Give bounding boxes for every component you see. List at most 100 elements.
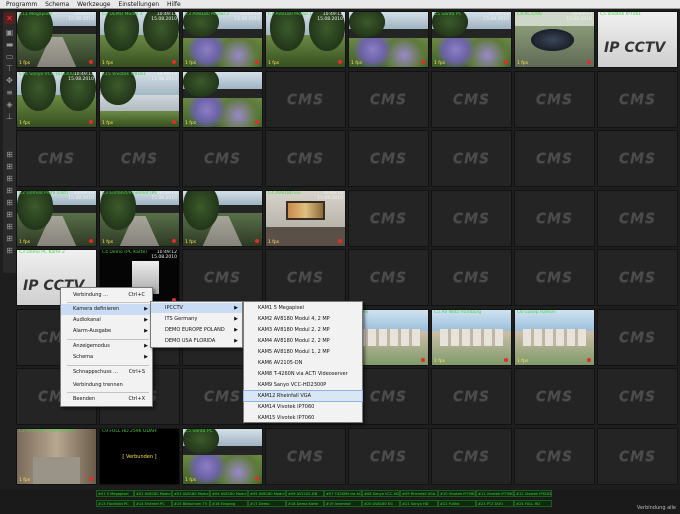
empty-camera-slot[interactable]: CMS [514, 190, 595, 247]
camera-status-tag[interactable]: #08 Sanyo VCC-HD [362, 490, 400, 497]
empty-camera-slot[interactable]: CMS [597, 71, 678, 128]
camera-status-tag[interactable]: #04 AV8180 Modul 3 [210, 490, 248, 497]
grid-8-icon[interactable]: ⊞ [4, 233, 15, 244]
empty-camera-slot[interactable]: CMS [182, 249, 263, 306]
empty-camera-slot[interactable]: CMS [348, 130, 429, 187]
camera-status-tag[interactable]: #06 AV2105-DN [286, 490, 324, 497]
empty-camera-slot[interactable]: CMS [431, 190, 512, 247]
camera-tile[interactable]: C2 DEMO Modul 3 10:49:13 15.08.2010 1 fps [99, 11, 180, 68]
empty-camera-slot[interactable]: CMS [597, 428, 678, 485]
camera-status-tag[interactable]: #10 Vivotek IP7060 [438, 490, 476, 497]
empty-camera-slot[interactable]: CMS [431, 428, 512, 485]
camera-tile[interactable]: C5 Santa PC 1 fps [182, 428, 263, 485]
camera-status-tag[interactable]: #03 AV8180 Modul 2 [172, 490, 210, 497]
menu-item-kamera-definieren[interactable]: Kamera definieren ▶ [61, 304, 152, 315]
camera-tile[interactable]: C11 Megapixel 10:49:13 15.08.2010 1 fps [16, 11, 97, 68]
menu-programm[interactable]: Programm [6, 1, 37, 8]
camera-tile[interactable]: C14 Sanyo VCC-HD2300P 10:49:13 15.08.2010… [16, 71, 97, 128]
camera-status-tag[interactable]: #24 FULL HD [514, 500, 552, 507]
menu-item-schnappschuss[interactable]: Schnappschuss ... Ctrl+S [61, 367, 152, 378]
camera-status-tag[interactable]: #11 Vivotek IP7060 [476, 490, 514, 497]
grid-7-icon[interactable]: ⊞ [4, 221, 15, 232]
layout-icon[interactable]: ⊤ [4, 63, 15, 74]
camera-status-tag[interactable]: #15 Bildschirm TV [172, 500, 210, 507]
camera-item[interactable]: KAM4 AV8180 Modul 2, 2 MP [244, 336, 362, 346]
camera-status-tag[interactable]: #18 Demo Karte [286, 500, 324, 507]
camera-status-tag[interactable]: #17 Demo [248, 500, 286, 507]
layout-icon[interactable]: ⊥ [4, 111, 15, 122]
empty-camera-slot[interactable]: CMS [265, 428, 346, 485]
empty-camera-slot[interactable]: CMS [514, 368, 595, 425]
camera-tile[interactable]: IP CCTV C5 Vivotek IP7161 [597, 11, 678, 68]
empty-camera-slot[interactable]: CMS [431, 368, 512, 425]
empty-camera-slot[interactable]: CMS [514, 249, 595, 306]
camera-tile[interactable]: C1 PTZ DUO 2560 ODAHSC PTZ 1 fps [16, 428, 97, 485]
camera-status-tag[interactable]: #19 Innenhof [324, 500, 362, 507]
submenu-item-ipcctv[interactable]: IPCCTV ▶ [151, 303, 242, 313]
camera-tile[interactable]: C6 Gosep Ramon 1 fps [514, 309, 595, 366]
menu-item-schema[interactable]: Schema ▶ [61, 352, 152, 363]
grid-6-icon[interactable]: ⊞ [4, 209, 15, 220]
move-icon[interactable]: ✥ [4, 75, 15, 86]
submenu-item-demo-florida[interactable]: DEMO USA FLORIDA ▶ [151, 336, 242, 346]
empty-camera-slot[interactable]: CMS [265, 249, 346, 306]
camera-item[interactable]: KAM12 Rheinfall VGA [243, 390, 363, 402]
camera-item[interactable]: KAM5 AV8180 Modul 1, 2 MP [244, 347, 362, 357]
submenu-item-demo-poland[interactable]: DEMO EUROPE POLAND ▶ [151, 325, 242, 335]
camera-status-tag[interactable]: #01 5 Megapixel [96, 490, 134, 497]
empty-camera-slot[interactable]: CMS [99, 130, 180, 187]
grid-9-icon[interactable]: ⊞ [4, 245, 15, 256]
camera-status-tag[interactable]: #09 Rheinfall VGA [400, 490, 438, 497]
camera-item[interactable]: KAM2 AV8180 Modul 4, 2 MP [244, 314, 362, 324]
camera-tile[interactable]: C5 Santa PC 10:49:13 15.08.2010 1 fps [431, 11, 512, 68]
empty-camera-slot[interactable]: CMS [514, 130, 595, 187]
camera-item[interactable]: KAM14 Vivotek IP7060 [244, 402, 362, 412]
camera-tile[interactable]: C2 Umfeld Profil (Ost) 10:49:13 15.08.201… [16, 190, 97, 247]
menu-hilfe[interactable]: Hilfe [167, 1, 181, 8]
menu-item-audiokanal[interactable]: Audiokanal ▶ [61, 315, 152, 326]
empty-camera-slot[interactable]: CMS [514, 428, 595, 485]
menu-einstellungen[interactable]: Einstellungen [118, 1, 159, 8]
empty-camera-slot[interactable]: CMS [597, 190, 678, 247]
camera-status-tag[interactable]: #05 AV8180 Modul 1 [248, 490, 286, 497]
layout-icon[interactable]: ▬ [4, 39, 15, 50]
camera-tile[interactable]: C3 AV8180 Modul 2 10:49:13 15.08.2010 1 fp… [182, 11, 263, 68]
menu-item-anzeigemodus[interactable]: Anzeigemodus ▶ [61, 341, 152, 352]
camera-status-tag[interactable]: #14 Einfahrt PC [134, 500, 172, 507]
grid-2-icon[interactable]: ⊞ [4, 161, 15, 172]
menu-schema[interactable]: Schema [45, 1, 69, 8]
camera-tile[interactable]: C15 Vivotek IP8161 10:49:13 15.08.2010 1 f… [99, 71, 180, 128]
camera-status-tag[interactable]: #16 Eingang [210, 500, 248, 507]
camera-item[interactable]: KAM1 5 Megapixel [244, 303, 362, 313]
menu-werkzeuge[interactable]: Werkzeuge [77, 1, 110, 8]
empty-camera-slot[interactable]: CMS [348, 71, 429, 128]
empty-camera-slot[interactable]: CMS [431, 71, 512, 128]
menu-item-verbindung[interactable]: Verbindung ... Ctrl+C [61, 290, 152, 301]
camera-item[interactable]: KAM8 T-4260N via ACTi Videoserver [244, 369, 362, 379]
grid-1-icon[interactable]: ⊞ [4, 149, 15, 160]
empty-camera-slot[interactable]: CMS [597, 130, 678, 187]
camera-status-tag[interactable]: #07 T4260N via ACTi [324, 490, 362, 497]
menu-item-alarm-ausgabe[interactable]: Alarm-Ausgabe ▶ [61, 326, 152, 337]
empty-camera-slot[interactable]: CMS [597, 368, 678, 425]
grid-4-icon[interactable]: ⊞ [4, 185, 15, 196]
camera-tile[interactable]: C5 AV Netz Hamburg 1 fps [431, 309, 512, 366]
grid-3-icon[interactable]: ⊞ [4, 173, 15, 184]
layout-icon[interactable]: ◈ [4, 99, 15, 110]
empty-camera-slot[interactable]: CMS [265, 130, 346, 187]
empty-camera-slot[interactable]: CMS [348, 249, 429, 306]
camera-tile[interactable]: C4 AV8180 EG 10:49:14 15.08.2010 1 fps [265, 190, 346, 247]
camera-tile[interactable]: C4 ACTi/VS 10:49:13 15.08.2010 1 fps [514, 11, 595, 68]
camera-tile[interactable]: 1 fps [182, 190, 263, 247]
layout-icon[interactable]: ▭ [4, 51, 15, 62]
camera-tile[interactable]: 1 fps [182, 71, 263, 128]
camera-status-tag[interactable]: #21 Sanyo HD [400, 500, 438, 507]
camera-tile[interactable]: C3 Einfahrt/Innenhof (PC 1)10:49:13 15.0… [99, 190, 180, 247]
empty-camera-slot[interactable]: CMS [348, 428, 429, 485]
camera-item[interactable]: KAM15 Vivotek IP7060 [244, 413, 362, 423]
camera-status-tag[interactable]: #22 Fullhd [438, 500, 476, 507]
empty-camera-slot[interactable]: CMS [16, 130, 97, 187]
grid-5-icon[interactable]: ⊞ [4, 197, 15, 208]
empty-camera-slot[interactable]: CMS [348, 190, 429, 247]
camera-tile[interactable]: [ Verbunden ] C9 FULL HD 2596 ODAHSC H [99, 428, 180, 485]
